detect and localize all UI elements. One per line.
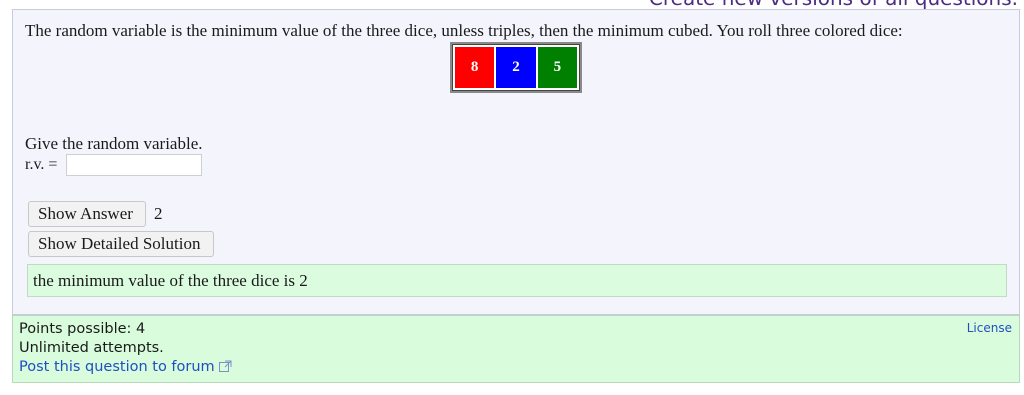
- solution-box: the minimum value of the three dice is 2: [27, 264, 1007, 297]
- license-link[interactable]: License: [967, 321, 1012, 335]
- question-prompt: Give the random variable.: [25, 134, 203, 153]
- die-blue: 2: [496, 47, 536, 88]
- die-red: 8: [455, 47, 495, 88]
- external-link-icon: [218, 360, 232, 376]
- points-possible: Points possible: 4: [19, 321, 146, 337]
- solution-text: the minimum value of the three dice is 2: [33, 271, 308, 290]
- footer-panel: Points possible: 4 Unlimited attempts. P…: [12, 315, 1020, 383]
- answer-value: 2: [154, 204, 163, 223]
- post-to-forum-label[interactable]: Post this question to forum: [19, 359, 215, 375]
- dice-group: 8 2 5: [450, 42, 582, 93]
- rv-input[interactable]: [66, 154, 202, 176]
- post-to-forum-link[interactable]: Post this question to forum: [19, 359, 232, 376]
- question-panel: The random variable is the minimum value…: [12, 9, 1020, 315]
- attempts-info: Unlimited attempts.: [19, 340, 164, 356]
- question-text: The random variable is the minimum value…: [25, 21, 903, 40]
- die-green: 5: [537, 47, 577, 88]
- rv-label: r.v. =: [25, 156, 58, 173]
- show-answer-button[interactable]: Show Answer: [28, 201, 146, 227]
- show-detailed-solution-button[interactable]: Show Detailed Solution: [28, 231, 214, 257]
